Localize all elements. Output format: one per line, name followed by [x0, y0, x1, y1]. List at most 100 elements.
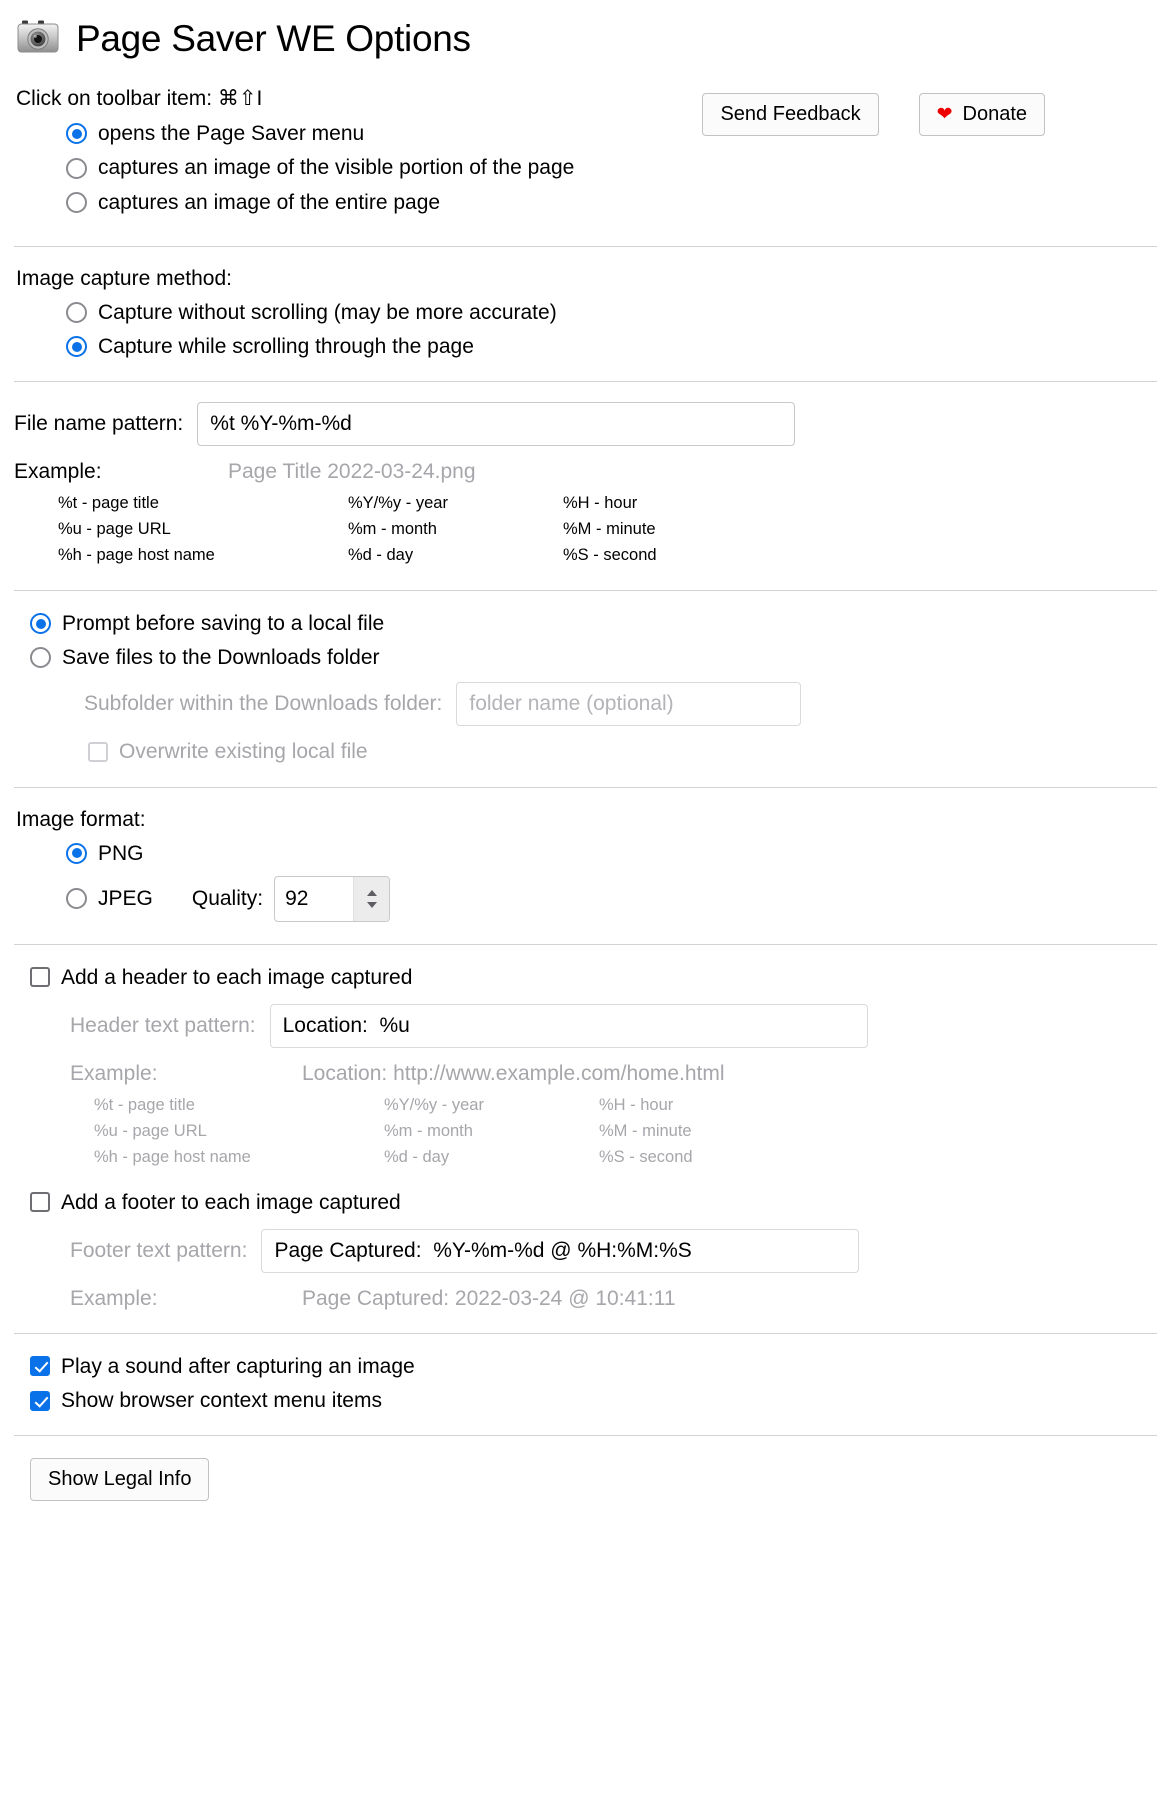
radio-jpeg[interactable]: [66, 888, 87, 910]
add-footer-row[interactable]: Add a footer to each image captured: [30, 1190, 1157, 1215]
filename-example-label: Example:: [14, 460, 102, 484]
radio-row-png[interactable]: PNG: [66, 841, 1157, 866]
radio-capture-without-scrolling[interactable]: [66, 301, 87, 323]
divider: [14, 589, 1157, 591]
overwrite-checkbox[interactable]: [88, 741, 108, 762]
footer-example-row: Example: Page Captured: 2022-03-24 @ 10:…: [70, 1287, 1157, 1311]
quality-spinner-arrows[interactable]: [353, 876, 390, 921]
radio-row-scroll[interactable]: Capture while scrolling through the page: [66, 334, 1157, 359]
token-item: %m - month: [384, 1121, 473, 1140]
quality-input[interactable]: [275, 876, 354, 921]
header-example-label: Example:: [70, 1061, 158, 1085]
radio-label-prompt-before-saving: Prompt before saving to a local file: [62, 611, 385, 635]
jpeg-quality-row: JPEG Quality:: [66, 875, 1157, 922]
token-item: %S - second: [563, 546, 657, 565]
context-menu-checkbox[interactable]: [30, 1390, 50, 1411]
filename-example-value: Page Title 2022-03-24.png: [228, 460, 476, 484]
token-item: %M - minute: [563, 520, 656, 539]
token-item: %t - page title: [94, 1095, 195, 1114]
token-item: %u - page URL: [58, 520, 171, 539]
chevron-down-icon[interactable]: [366, 901, 377, 908]
radio-label-capture-while-scrolling: Capture while scrolling through the page: [98, 335, 474, 358]
filename-example-row: Example: Page Title 2022-03-24.png: [14, 460, 1157, 484]
radio-capture-visible[interactable]: [66, 157, 87, 179]
footer-overlay-section: Add a footer to each image captured Foot…: [14, 1190, 1157, 1311]
radio-row-no-scroll[interactable]: Capture without scrolling (may be more a…: [66, 300, 1157, 325]
quality-stepper[interactable]: [274, 875, 391, 922]
subfolder-row: Subfolder within the Downloads folder:: [84, 682, 1157, 727]
donate-button[interactable]: ❤ Donate: [918, 93, 1045, 136]
token-item: %t - page title: [58, 494, 159, 513]
context-menu-row[interactable]: Show browser context menu items: [30, 1388, 1157, 1413]
radio-opens-menu[interactable]: [66, 123, 87, 145]
token-item: %d - day: [384, 1147, 450, 1166]
saving-options-section: Prompt before saving to a local file Sav…: [14, 611, 1157, 765]
play-sound-row[interactable]: Play a sound after capturing an image: [30, 1354, 1157, 1379]
divider: [14, 1435, 1157, 1437]
header-pattern-input[interactable]: [269, 1003, 868, 1048]
token-item: %m - month: [348, 520, 437, 539]
radio-label-capture-entire: captures an image of the entire page: [98, 190, 441, 214]
page-title: Page Saver WE Options: [76, 17, 471, 59]
header-pattern-row: Header text pattern:: [70, 1003, 1157, 1048]
filename-pattern-section: File name pattern: Example: Page Title 2…: [14, 402, 1157, 568]
add-footer-checkbox[interactable]: [30, 1192, 50, 1213]
page-header: Page Saver WE Options: [16, 18, 1157, 58]
radio-label-opens-menu: opens the Page Saver menu: [98, 122, 365, 146]
toolbar-item-section: Click on toolbar item: ⌘⇧I opens the Pag…: [14, 86, 1157, 224]
legal-section: Show Legal Info: [30, 1458, 1157, 1502]
radio-label-png: PNG: [98, 841, 144, 865]
add-header-row[interactable]: Add a header to each image captured: [30, 965, 1157, 990]
add-header-checkbox[interactable]: [30, 967, 50, 988]
radio-label-capture-visible: captures an image of the visible portion…: [98, 156, 575, 180]
radio-label-capture-without-scrolling: Capture without scrolling (may be more a…: [98, 300, 557, 324]
toolbar-prompt-line: Click on toolbar item: ⌘⇧I: [16, 86, 702, 112]
token-item: %Y/%y - year: [348, 494, 448, 513]
divider: [14, 943, 1157, 945]
image-format-section: Image format: PNG JPEG Quality:: [14, 808, 1157, 922]
play-sound-label: Play a sound after capturing an image: [61, 1354, 415, 1378]
subfolder-input[interactable]: [456, 682, 802, 727]
capture-method-heading: Image capture method:: [16, 266, 232, 290]
header-pattern-label: Header text pattern:: [70, 1013, 256, 1037]
radio-row-opens-menu[interactable]: opens the Page Saver menu: [66, 121, 702, 146]
filename-token-legend: %t - page title %Y/%y - year %H - hour %…: [58, 492, 1157, 568]
options-page: Page Saver WE Options Click on toolbar i…: [0, 0, 1175, 1521]
radio-capture-entire[interactable]: [66, 191, 87, 213]
add-header-label: Add a header to each image captured: [61, 965, 413, 989]
header-example-value: Location: http://www.example.com/home.ht…: [302, 1061, 725, 1085]
heart-icon: ❤: [936, 104, 953, 125]
show-legal-info-button[interactable]: Show Legal Info: [30, 1458, 210, 1502]
overwrite-row[interactable]: Overwrite existing local file: [88, 739, 1157, 764]
token-item: %h - page host name: [94, 1147, 251, 1166]
radio-capture-while-scrolling[interactable]: [66, 336, 87, 358]
token-item: %Y/%y - year: [384, 1095, 484, 1114]
header-actions: Send Feedback ❤ Donate: [702, 93, 1045, 136]
play-sound-checkbox[interactable]: [30, 1356, 50, 1377]
keyboard-shortcut: ⌘⇧I: [217, 87, 263, 110]
divider: [14, 245, 1157, 247]
overwrite-label: Overwrite existing local file: [119, 740, 368, 764]
footer-example-label: Example:: [70, 1286, 158, 1310]
token-item: %u - page URL: [94, 1121, 207, 1140]
radio-prompt-before-saving[interactable]: [30, 613, 51, 635]
add-footer-label: Add a footer to each image captured: [61, 1190, 401, 1214]
send-feedback-button[interactable]: Send Feedback: [702, 93, 879, 136]
footer-pattern-label: Footer text pattern:: [70, 1238, 248, 1262]
context-menu-label: Show browser context menu items: [61, 1389, 382, 1413]
footer-pattern-input[interactable]: [261, 1228, 860, 1273]
toolbar-prompt-label: Click on toolbar item:: [16, 87, 213, 110]
camera-icon: [16, 18, 62, 58]
radio-row-capture-entire[interactable]: captures an image of the entire page: [66, 190, 702, 215]
filename-pattern-input[interactable]: [197, 402, 796, 447]
radio-row-prompt-save[interactable]: Prompt before saving to a local file: [30, 611, 1157, 636]
token-item: %M - minute: [599, 1121, 692, 1140]
radio-row-downloads-folder[interactable]: Save files to the Downloads folder: [30, 645, 1157, 670]
divider: [14, 786, 1157, 788]
chevron-up-icon[interactable]: [366, 889, 377, 896]
radio-png[interactable]: [66, 842, 87, 864]
radio-row-capture-visible[interactable]: captures an image of the visible portion…: [66, 155, 702, 180]
misc-options-section: Play a sound after capturing an image Sh…: [14, 1354, 1157, 1413]
radio-save-to-downloads[interactable]: [30, 647, 51, 669]
image-format-heading: Image format:: [16, 807, 146, 831]
